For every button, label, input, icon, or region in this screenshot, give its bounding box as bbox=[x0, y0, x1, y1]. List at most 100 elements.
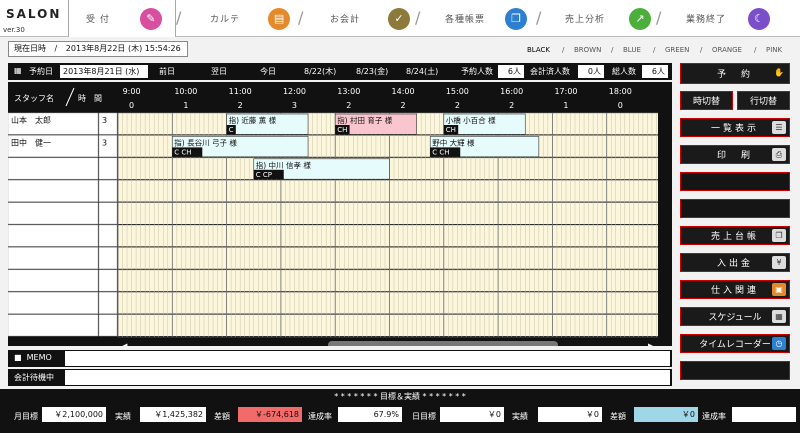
cash-icon: ¥ bbox=[772, 256, 786, 269]
prev-day-button[interactable]: 前日 bbox=[159, 66, 175, 77]
chart-record-icon: ▤ bbox=[268, 7, 291, 30]
staff-name-cell[interactable] bbox=[7, 157, 99, 180]
theme-pink[interactable]: PINK bbox=[766, 46, 782, 54]
staff-name-cell[interactable] bbox=[7, 202, 99, 225]
staff-count: 3 bbox=[102, 138, 107, 147]
schedule-row[interactable] bbox=[118, 180, 658, 202]
staff-name-cell[interactable] bbox=[7, 291, 99, 314]
time-switch-label: 時切替 bbox=[692, 97, 720, 107]
theme-divider: / bbox=[700, 46, 703, 54]
next-day-button[interactable]: 翌日 bbox=[211, 66, 227, 77]
tab-sales-analysis[interactable]: 売上分析 ↗ bbox=[565, 0, 652, 37]
hour-label: 13:00 bbox=[337, 87, 360, 96]
list-view-label: 一覧表示 bbox=[710, 124, 759, 134]
monthly-diff-value: ￥-674,618 bbox=[238, 407, 302, 422]
hour-count: 0 bbox=[618, 101, 623, 110]
time-switch-button[interactable]: 時切替 bbox=[680, 91, 733, 110]
theme-orange[interactable]: ORANGE bbox=[712, 46, 742, 54]
tab-karte[interactable]: カルテ ▤ bbox=[210, 0, 291, 37]
empty-button-1[interactable] bbox=[680, 172, 790, 191]
appointment-tag: C CP bbox=[256, 171, 272, 179]
appointment-tag: C CH bbox=[174, 148, 191, 156]
daily-actual-label: 実績 bbox=[512, 412, 528, 421]
tab-checkout[interactable]: お会計 ✓ bbox=[330, 0, 411, 37]
memo-field[interactable] bbox=[65, 351, 670, 366]
reception-icon: ✎ bbox=[139, 7, 162, 30]
empty-button-2[interactable] bbox=[680, 199, 790, 218]
tab-finish-label: 業務終了 bbox=[686, 15, 727, 25]
sales-ledger-button[interactable]: 売上台帳 ❐ bbox=[680, 226, 790, 245]
printer-icon: ⎙ bbox=[772, 148, 786, 161]
schedule-row[interactable] bbox=[118, 292, 658, 314]
appointment-customer: 指) 近藤 薫 様 bbox=[229, 115, 277, 125]
theme-divider: / bbox=[611, 46, 614, 54]
theme-black[interactable]: BLACK bbox=[527, 46, 550, 54]
right-action-panel: 予 約 ✋ 時切替 行切替 一覧表示 ☰ 印 刷 ⎙ 売上台帳 ❐ 入出金 ¥ … bbox=[676, 63, 796, 383]
hour-count: 2 bbox=[509, 101, 514, 110]
hour-label: 10:00 bbox=[174, 87, 197, 96]
appointment-tag: C CH bbox=[432, 148, 449, 156]
appointment-customer: 指) 村田 育子 様 bbox=[337, 115, 393, 125]
daily-diff-label: 差額 bbox=[610, 412, 626, 421]
reserve-count-label: 予約人数 bbox=[461, 67, 493, 76]
tab-reports[interactable]: 各種帳票 ❐ bbox=[445, 0, 528, 37]
daily-actual-value: ￥0 bbox=[538, 407, 602, 422]
staff-name-cell[interactable] bbox=[7, 247, 99, 270]
monthly-actual-label: 実績 bbox=[115, 412, 131, 421]
grid-vertical-scrollbar[interactable] bbox=[658, 113, 672, 337]
theme-blue[interactable]: BLUE bbox=[623, 46, 641, 54]
calendar-icon[interactable]: ▦ bbox=[14, 66, 22, 75]
empty-button-3[interactable] bbox=[680, 361, 790, 380]
tab-finish[interactable]: 業務終了 ☾ bbox=[686, 0, 771, 37]
schedule-row[interactable] bbox=[118, 202, 658, 224]
cash-in-out-button[interactable]: 入出金 ¥ bbox=[680, 253, 790, 272]
staff-name-cell[interactable] bbox=[7, 269, 99, 292]
horizontal-scrollbar-thumb[interactable] bbox=[328, 341, 558, 349]
theme-green[interactable]: GREEN bbox=[665, 46, 689, 54]
day-button-1[interactable]: 8/22(木) bbox=[304, 66, 336, 77]
reserve-button[interactable]: 予 約 ✋ bbox=[680, 63, 790, 84]
list-view-button[interactable]: 一覧表示 ☰ bbox=[680, 118, 790, 137]
current-datetime-label: 現在日時 bbox=[14, 44, 46, 53]
hour-count: 2 bbox=[346, 101, 351, 110]
appointment-tag: CH bbox=[337, 126, 347, 134]
print-button[interactable]: 印 刷 ⎙ bbox=[680, 145, 790, 164]
app-logo: SALON bbox=[6, 7, 62, 21]
time-recorder-button[interactable]: タイムレコーダー ◷ bbox=[680, 334, 790, 353]
top-menu-bar: SALON ver.30 受 付 ✎ / カルテ ▤ / お会計 ✓ / 各種帳… bbox=[0, 0, 800, 37]
today-button[interactable]: 今日 bbox=[260, 66, 276, 77]
schedule-button[interactable]: スケジュール ▦ bbox=[680, 307, 790, 326]
purchase-button[interactable]: 仕入関連 ▣ bbox=[680, 280, 790, 299]
hour-label: 17:00 bbox=[554, 87, 577, 96]
scroll-right-icon: ▶ bbox=[648, 342, 654, 346]
staff-name-cell[interactable] bbox=[7, 179, 99, 202]
staff-name-cell[interactable] bbox=[7, 314, 99, 337]
staff-count-cell bbox=[98, 269, 118, 292]
time-recorder-icon: ◷ bbox=[772, 337, 786, 350]
hour-count: 2 bbox=[401, 101, 406, 110]
staff-name-cell[interactable] bbox=[7, 224, 99, 247]
schedule-row[interactable] bbox=[118, 314, 658, 336]
hour-label: 14:00 bbox=[392, 87, 415, 96]
daily-goal-value: ￥0 bbox=[440, 407, 504, 422]
row-switch-label: 行切替 bbox=[749, 97, 777, 107]
pending-checkout-field[interactable] bbox=[65, 370, 670, 385]
schedule-row[interactable] bbox=[118, 247, 658, 269]
memo-row: ■ MEMO bbox=[8, 350, 672, 367]
schedule-row[interactable] bbox=[118, 269, 658, 292]
hour-count: 1 bbox=[563, 101, 568, 110]
theme-brown[interactable]: BROWN bbox=[574, 46, 601, 54]
row-switch-button[interactable]: 行切替 bbox=[737, 91, 790, 110]
day-button-2[interactable]: 8/23(金) bbox=[356, 66, 388, 77]
hour-label: 9:00 bbox=[123, 87, 141, 96]
reservation-grid: スタッフ名 時 間 9:00 0 10:00 1 11:00 2 12:00 3 13:00 2 14:… bbox=[7, 82, 672, 350]
reserve-count-value: 6人 bbox=[498, 65, 524, 78]
tab-checkout-label: お会計 bbox=[330, 15, 361, 25]
schedule-row[interactable] bbox=[118, 225, 658, 247]
sales-analysis-icon: ↗ bbox=[629, 7, 652, 30]
daily-rate-value bbox=[732, 407, 796, 422]
reserve-day-field[interactable]: 2013年8月21日 (水) bbox=[60, 65, 148, 78]
staff-count-cell bbox=[98, 291, 118, 314]
day-button-3[interactable]: 8/24(土) bbox=[406, 66, 438, 77]
tab-reception[interactable]: 受 付 ✎ bbox=[86, 0, 162, 37]
